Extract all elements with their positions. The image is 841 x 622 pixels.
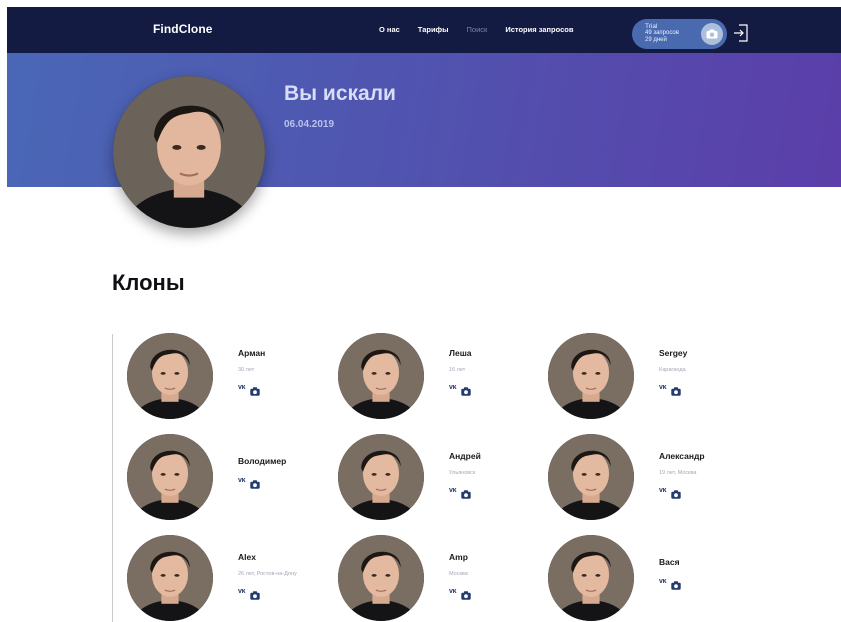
clone-name: Alex — [238, 552, 256, 562]
clone-avatar[interactable] — [548, 535, 634, 621]
camera-icon[interactable] — [671, 383, 681, 396]
clone-card[interactable]: Леша 16 лет ᴠᴋ — [338, 333, 548, 423]
clone-info: Вася ᴠᴋ — [659, 557, 681, 590]
nav-pricing[interactable]: Тарифы — [418, 25, 449, 34]
clone-meta: 16 лет — [449, 367, 466, 373]
clone-card[interactable]: Володимер ᴠᴋ — [127, 434, 337, 524]
clone-info: Alex 26 лет, Ростов-на-Дону ᴠᴋ — [238, 552, 297, 600]
clone-info: Александр 19 лет, Москва ᴠᴋ — [659, 451, 705, 499]
vk-icon[interactable]: ᴠᴋ — [659, 384, 667, 391]
camera-icon[interactable] — [250, 476, 260, 489]
clone-meta: Ульяновск — [449, 470, 476, 476]
logo[interactable]: FindClone — [153, 22, 213, 36]
portrait-image — [127, 333, 213, 419]
clone-name: Леша — [449, 348, 472, 358]
search-date: 06.04.2019 — [284, 119, 335, 130]
clone-info: Sergey Караганда ᴠᴋ — [659, 348, 688, 396]
nav-about[interactable]: О нас — [379, 25, 400, 34]
camera-icon — [706, 29, 718, 39]
camera-icon[interactable] — [250, 587, 260, 600]
clone-avatar[interactable] — [127, 333, 213, 419]
camera-icon[interactable] — [461, 383, 471, 396]
top-navbar: FindClone О нас Тарифы Поиск История зап… — [7, 7, 841, 53]
portrait-image — [548, 535, 634, 621]
clone-card[interactable]: Вася ᴠᴋ — [548, 535, 758, 622]
portrait-image — [338, 535, 424, 621]
portrait-image — [338, 434, 424, 520]
camera-icon[interactable] — [671, 577, 681, 590]
camera-icon[interactable] — [461, 587, 471, 600]
clone-card[interactable]: Арман 30 лет ᴠᴋ — [127, 333, 337, 423]
vk-icon[interactable]: ᴠᴋ — [659, 487, 667, 494]
nav-search[interactable]: Поиск — [467, 25, 488, 34]
clone-info: Андрей Ульяновск ᴠᴋ — [449, 451, 481, 499]
camera-icon[interactable] — [671, 486, 681, 499]
clone-card[interactable]: Андрей Ульяновск ᴠᴋ — [338, 434, 548, 524]
vk-icon[interactable]: ᴠᴋ — [238, 588, 246, 595]
clone-name: Андрей — [449, 451, 481, 461]
logout-icon[interactable] — [733, 24, 749, 42]
portrait-image — [113, 76, 265, 228]
clone-name: Володимер — [238, 456, 287, 466]
clone-card[interactable]: Alex 26 лет, Ростов-на-Дону ᴠᴋ — [127, 535, 337, 622]
clone-name: Amp — [449, 552, 468, 562]
clone-card[interactable]: Sergey Караганда ᴠᴋ — [548, 333, 758, 423]
portrait-image — [338, 333, 424, 419]
clone-avatar[interactable] — [127, 434, 213, 520]
clone-name: Sergey — [659, 348, 688, 358]
clone-card[interactable]: Amp Москва ᴠᴋ — [338, 535, 548, 622]
clone-avatar[interactable] — [548, 333, 634, 419]
clones-grid: Арман 30 лет ᴠᴋ Леша 16 лет ᴠᴋ Sergey Ка… — [127, 333, 827, 622]
camera-icon[interactable] — [250, 383, 260, 396]
clone-avatar[interactable] — [338, 333, 424, 419]
clone-avatar[interactable] — [338, 434, 424, 520]
clone-avatar[interactable] — [127, 535, 213, 621]
clone-meta: Москва — [449, 571, 468, 577]
searched-photo — [113, 76, 265, 228]
clone-name: Александр — [659, 451, 705, 461]
vk-icon[interactable]: ᴠᴋ — [449, 384, 457, 391]
vk-icon[interactable]: ᴠᴋ — [238, 477, 246, 484]
portrait-image — [548, 434, 634, 520]
clone-card[interactable]: Александр 19 лет, Москва ᴠᴋ — [548, 434, 758, 524]
portrait-image — [127, 434, 213, 520]
page-title: Вы искали — [284, 82, 396, 105]
clone-info: Володимер ᴠᴋ — [238, 456, 287, 489]
vk-icon[interactable]: ᴠᴋ — [659, 578, 667, 585]
portrait-image — [127, 535, 213, 621]
section-divider — [112, 334, 113, 622]
vk-icon[interactable]: ᴠᴋ — [238, 384, 246, 391]
vk-icon[interactable]: ᴠᴋ — [449, 588, 457, 595]
main-nav: О нас Тарифы Поиск История запросов — [379, 25, 591, 34]
clone-info: Арман 30 лет ᴠᴋ — [238, 348, 266, 396]
clone-meta: 26 лет, Ростов-на-Дону — [238, 571, 297, 577]
clone-meta: 19 лет, Москва — [659, 470, 697, 476]
section-title: Клоны — [112, 270, 185, 295]
clone-name: Арман — [238, 348, 266, 358]
clone-meta: 30 лет — [238, 367, 255, 373]
clone-avatar[interactable] — [338, 535, 424, 621]
clone-meta: Караганда — [659, 367, 686, 373]
camera-icon[interactable] — [461, 486, 471, 499]
trial-badge[interactable]: Trial 49 запросов 29 дней — [632, 19, 727, 49]
clone-info: Леша 16 лет ᴠᴋ — [449, 348, 472, 396]
clone-name: Вася — [659, 557, 680, 567]
portrait-image — [548, 333, 634, 419]
nav-history[interactable]: История запросов — [505, 25, 573, 34]
clone-info: Amp Москва ᴠᴋ — [449, 552, 471, 600]
clone-avatar[interactable] — [548, 434, 634, 520]
camera-button[interactable] — [701, 23, 723, 45]
vk-icon[interactable]: ᴠᴋ — [449, 487, 457, 494]
